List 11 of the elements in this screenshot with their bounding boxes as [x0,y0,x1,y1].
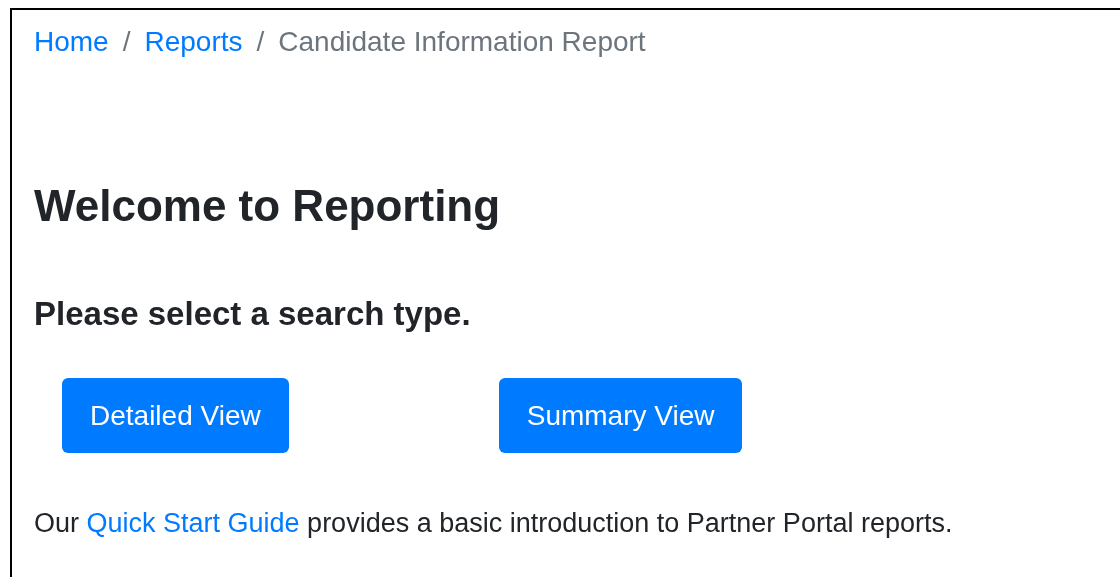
breadcrumb-link[interactable]: Reports [144,26,243,58]
guide-link[interactable]: Quick Start Guide [86,508,300,538]
view-button[interactable]: Summary View [498,378,743,453]
section-heading: Please select a search type. [34,294,472,334]
breadcrumb-separator: / [122,26,131,58]
breadcrumb-link[interactable]: Home [34,26,109,58]
page-title: Welcome to Reporting [34,180,502,232]
breadcrumb-separator: / [256,26,265,58]
view-button[interactable]: Detailed View [62,378,289,453]
intro-text: Our Quick Start Guide provides a basic introduction to Partner Portal reports. [34,508,954,539]
breadcrumb-current: Candidate Information Report [278,26,646,58]
